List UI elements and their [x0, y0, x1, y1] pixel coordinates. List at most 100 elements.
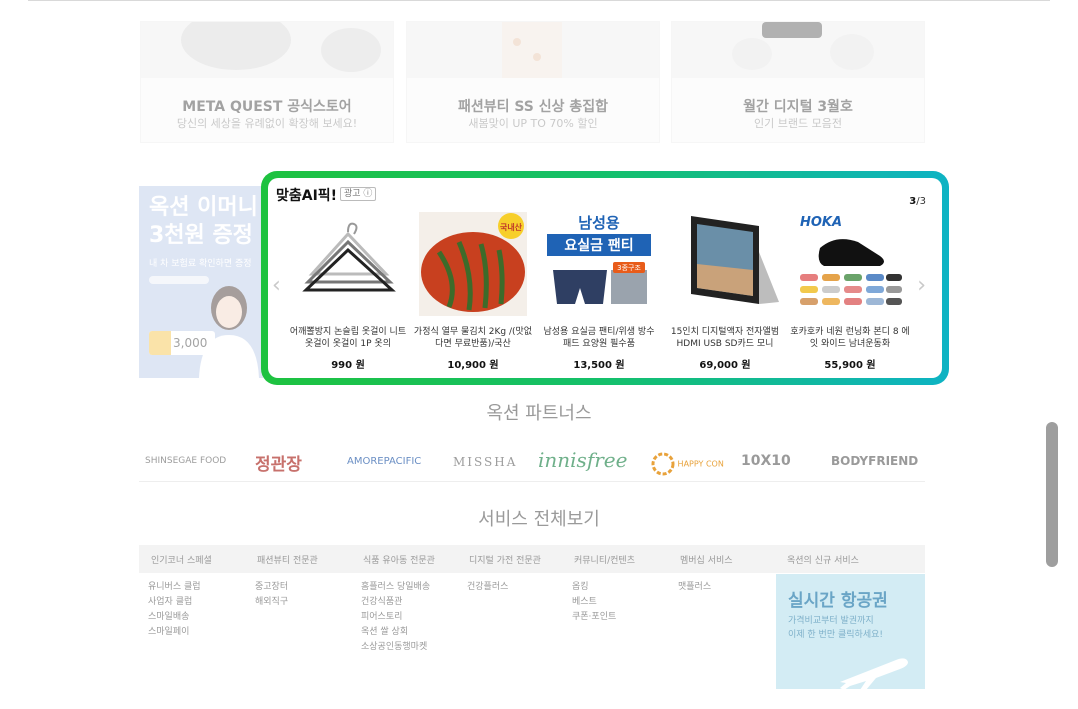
product-image [671, 212, 779, 316]
service-link[interactable]: 건강식품관 [361, 595, 430, 610]
airplane-icon [840, 658, 908, 689]
banner-subtitle: 인기 브랜드 모음전 [754, 117, 842, 130]
services-header-cell: 패션뷰티 전문관 [257, 556, 318, 566]
service-link[interactable]: 옥션 쌀 상회 [361, 625, 430, 640]
banner-image [141, 22, 393, 78]
partner-name: HAPPY CON [677, 459, 724, 469]
product-image-subheadline: 요실금 팬티 [564, 238, 633, 254]
product-image: 국내산 [419, 212, 527, 316]
partner-logo-shinsegae[interactable]: SHINSEGAE FOOD [145, 456, 226, 466]
origin-badge: 국내산 [500, 222, 523, 232]
partners-title: 옥션 파트너스 [486, 403, 592, 424]
services-column: 건강플러스 [467, 580, 508, 595]
product-price: 10,900 원 [447, 360, 499, 371]
banner-image [407, 22, 659, 78]
services-title: 서비스 전체보기 [478, 509, 600, 530]
services-column: 유니버스 클럽 사업자 클럽 스마일배송 스마일페이 [148, 580, 201, 640]
product-price: 990 원 [331, 360, 365, 371]
services-column: 옵킹 베스트 쿠폰·포인트 [572, 580, 616, 625]
banner-image [672, 22, 924, 78]
prev-arrow-icon[interactable]: ‹ [272, 275, 281, 297]
ad-info-badge[interactable]: 광고 ⓘ [340, 187, 377, 201]
coin-amount: 3,000 [173, 336, 208, 350]
product-image: 남성용 요실금 팬티 3종구조 [545, 212, 653, 316]
services-header-cell: 식품 유아동 전문관 [363, 556, 435, 566]
service-link[interactable]: 사업자 클럽 [148, 595, 201, 610]
banner-fashion-beauty[interactable]: 패션뷰티 SS 신상 총집합 새봄맞이 UP TO 70% 할인 [406, 21, 660, 143]
side-ad-desc: 내 차 보험료 확인하면 증정 [149, 259, 252, 269]
product-image-badge: 3종구조 [617, 264, 641, 272]
ai-pick-carousel: 맞춤AI픽! 광고 ⓘ 3/3 ‹ › 어깨뽈방지 논슬립 옷걸이 니트옷걸이 … [261, 171, 949, 385]
side-ad-line2: 3천원 증정 [149, 223, 253, 248]
model-image [199, 286, 259, 378]
service-link[interactable]: 건강플러스 [467, 580, 508, 595]
partner-logo-innisfree[interactable]: innisfree [538, 448, 627, 472]
carousel-pager: 3/3 [909, 196, 926, 207]
promo-title: 실시간 항공권 [788, 591, 888, 611]
product-card[interactable]: 국내산 가정식 열무 물김치 2Kg /(맛없다면 무료반품)/국산 10,90… [413, 212, 533, 371]
service-link[interactable]: 소상공인동행마켓 [361, 640, 430, 655]
product-name: 호카호카 네원 런닝화 본디 8 에잇 와이드 남녀운동화 [790, 327, 910, 349]
page: META QUEST 공식스토어 당신의 세상을 유례없이 확장해 보세요! 패… [0, 0, 1078, 709]
product-card[interactable]: 남성용 요실금 팬티 3종구조 남성용 요실금 팬티/위생 방수 패드 요양원 … [539, 212, 659, 371]
partner-logo-bodyfriend[interactable]: BODYFRIEND [831, 454, 918, 468]
service-link[interactable]: 중고장터 [255, 580, 288, 595]
product-card[interactable]: HOKA 호카호카 네원 런닝화 본디 8 에잇 와이드 남녀운동화 55,90… [790, 212, 910, 371]
divider [28, 0, 1050, 1]
product-card[interactable]: 어깨뽈방지 논슬립 옷걸이 니트옷걸이 옷걸이 1P 옷의 990 원 [288, 212, 408, 371]
service-link[interactable]: 피어스토리 [361, 610, 430, 625]
partners-row: SHINSEGAE FOOD 정관장 AMOREPACIFIC MISSHA i… [139, 446, 925, 482]
side-ad-headline: 옥션 이머니 3천원 증정 [149, 194, 258, 250]
service-link[interactable]: 베스트 [572, 595, 616, 610]
service-link[interactable]: 옵킹 [572, 580, 616, 595]
promo-text: 가격비교부터 발권까지 이제 한 번만 클릭하세요! [788, 614, 883, 642]
partner-logo-amorepacific[interactable]: AMOREPACIFIC [347, 456, 421, 467]
next-arrow-icon[interactable]: › [917, 275, 926, 297]
product-image: HOKA [796, 212, 904, 316]
services-header-cell: 멤버십 서비스 [680, 556, 733, 566]
partner-logo-10x10[interactable]: 10X10 [741, 453, 791, 469]
service-link[interactable]: 해외직구 [255, 595, 288, 610]
promo-line: 이제 한 번만 클릭하세요! [788, 630, 883, 640]
product-card[interactable]: 15인치 디지털액자 전자앨범 HDMI USB SD카드 모니 69,000 … [665, 212, 785, 371]
services-header-cell: 옥션의 신규 서비스 [787, 556, 859, 566]
partner-logo-happycon[interactable]: HAPPY CON [651, 452, 724, 476]
service-link[interactable]: 스마일배송 [148, 610, 201, 625]
side-ad-line1: 옥션 이머니 [149, 195, 258, 220]
product-image [294, 212, 402, 316]
banner-meta-quest[interactable]: META QUEST 공식스토어 당신의 세상을 유례없이 확장해 보세요! [140, 21, 394, 143]
product-name: 남성용 요실금 팬티/위생 방수 패드 요양원 필수품 [543, 327, 655, 349]
product-name: 어깨뽈방지 논슬립 옷걸이 니트옷걸이 옷걸이 1P 옷의 [289, 327, 407, 349]
pager-total: /3 [916, 196, 926, 207]
service-link[interactable]: 유니버스 클럽 [148, 580, 201, 595]
service-link[interactable]: 홈플러스 당일배송 [361, 580, 430, 595]
side-ad-emoney[interactable]: 옥션 이머니 3천원 증정 내 차 보험료 확인하면 증정 3,000 [139, 186, 263, 378]
banner-title: 월간 디지털 3월호 [743, 99, 853, 115]
services-header-cell: 인기코너 스페셜 [151, 556, 212, 566]
partner-logo-missha[interactable]: MISSHA [453, 455, 517, 469]
product-name: 15인치 디지털액자 전자앨범 HDMI USB SD카드 모니 [670, 327, 780, 349]
service-link[interactable]: 맷플러스 [678, 580, 711, 595]
banner-subtitle: 새봄맞이 UP TO 70% 할인 [468, 117, 598, 130]
product-price: 13,500 원 [573, 360, 625, 371]
promo-line: 가격비교부터 발권까지 [788, 616, 874, 626]
product-image-headline: 남성용 [578, 214, 620, 232]
services-column: 홈플러스 당일배송 건강식품관 피어스토리 옥션 쌀 상회 소상공인동행마켓 [361, 580, 430, 655]
banner-title: META QUEST 공식스토어 [182, 99, 352, 115]
brand-logo: HOKA [800, 215, 842, 230]
service-link[interactable]: 쿠폰·포인트 [572, 610, 616, 625]
banner-digital[interactable]: 월간 디지털 3월호 인기 브랜드 모음전 [671, 21, 925, 143]
product-price: 69,000 원 [699, 360, 751, 371]
ai-pick-title: 맞춤AI픽! [276, 188, 338, 204]
services-header: 인기코너 스페셜 패션뷰티 전문관 식품 유아동 전문관 디지털 가전 전문관 … [139, 545, 925, 573]
services-column: 중고장터 해외직구 [255, 580, 288, 610]
flight-promo-banner[interactable]: 실시간 항공권 가격비교부터 발권까지 이제 한 번만 클릭하세요! [776, 574, 925, 689]
services-column: 맷플러스 [678, 580, 711, 595]
services-header-cell: 커뮤니티/컨텐츠 [574, 556, 635, 566]
service-link[interactable]: 스마일페이 [148, 625, 201, 640]
banner-subtitle: 당신의 세상을 유례없이 확장해 보세요! [176, 117, 358, 130]
product-name: 가정식 열무 물김치 2Kg /(맛없다면 무료반품)/국산 [413, 327, 533, 349]
coin-badge: 3,000 [149, 331, 215, 355]
partner-logo-jeonggwanjang[interactable]: 정관장 [255, 450, 302, 475]
scrollbar-thumb[interactable] [1046, 422, 1058, 567]
